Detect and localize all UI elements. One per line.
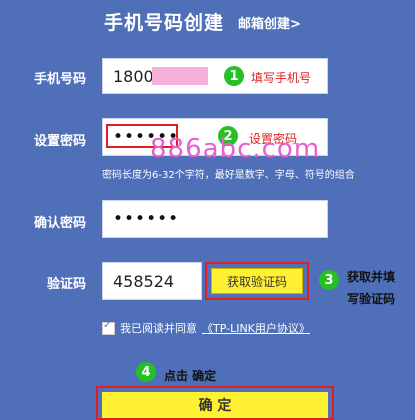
step-1-badge: 1 [224, 66, 244, 86]
step-4-note: 点击 确定 [164, 369, 217, 383]
agreement-checkbox[interactable] [102, 320, 115, 335]
email-create-link[interactable]: 邮箱创建> [238, 13, 301, 32]
agreement-link[interactable]: 《TP-LINK用户协议》 [202, 320, 310, 336]
password-hint: 密码长度为6-32个字符，最好是数字、字母、符号的组合 [102, 170, 355, 181]
phone-label: 手机号码 [33, 72, 86, 87]
confirm-password-label: 确认密码 [33, 216, 86, 231]
step-1-note: 填写手机号 [251, 71, 312, 85]
watermark: 886abc.com [150, 134, 321, 164]
get-code-button[interactable]: 获取验证码 [211, 268, 303, 294]
confirm-button[interactable]: 确 定 [102, 392, 328, 418]
step-3-note-line1: 获取并填 [347, 270, 396, 284]
password-label: 设置密码 [33, 134, 86, 149]
redaction-block [152, 67, 208, 85]
step-3-note: 获取并填 写验证码 [347, 266, 395, 310]
agreement-text: 我已阅读并同意 [120, 322, 197, 335]
code-value: 458524 [113, 271, 175, 291]
step-3-badge: 3 [319, 270, 339, 290]
step-4-badge: 4 [136, 362, 156, 382]
step-3-note-line2: 写验证码 [347, 292, 396, 306]
code-input[interactable]: 458524 [102, 262, 202, 300]
confirm-password-input[interactable]: •••••• [102, 200, 328, 238]
code-label: 验证码 [46, 277, 86, 292]
agreement-row: 我已阅读并同意 《TP-LINK用户协议》 [102, 320, 310, 336]
confirm-password-value: •••••• [113, 209, 180, 229]
page-title: 手机号码创建 [104, 12, 225, 34]
